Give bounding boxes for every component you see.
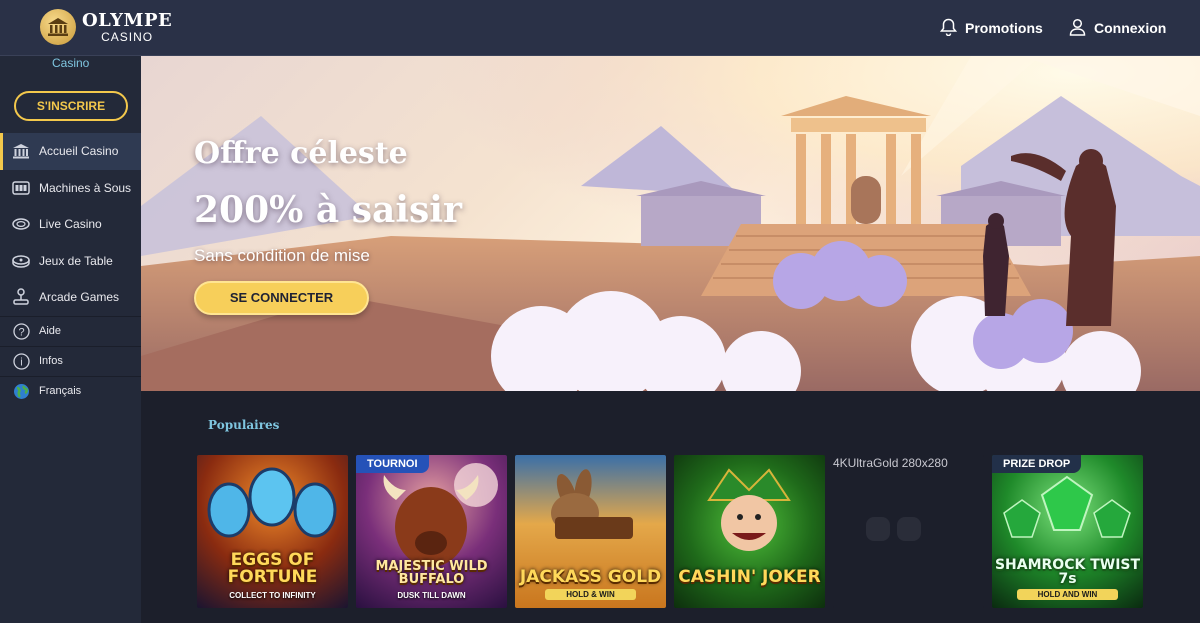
temple-logo-icon <box>40 9 76 45</box>
popular-section-title: Populaires <box>208 418 280 432</box>
game-image-alt-text: 4KUltraGold 280x280 <box>833 456 948 470</box>
top-header: OLYMPE CASINO Promotions Connexion <box>0 0 1200 56</box>
sidebar-item-label: Infos <box>39 355 63 367</box>
sidebar-caption: Casino <box>52 56 90 70</box>
sidebar-item-label: Arcade Games <box>39 290 120 305</box>
joystick-icon <box>11 287 31 307</box>
info-icon: i <box>11 351 31 371</box>
sidebar-item-label: Français <box>39 385 82 397</box>
sidebar-item-machines-a-sous[interactable]: Machines à Sous <box>0 170 141 207</box>
live-casino-icon <box>11 214 31 234</box>
olympe-casino-logo[interactable]: OLYMPE CASINO <box>40 9 172 45</box>
game-tile-shamrock-twist[interactable]: PRIZE DROP SHAMROCK TWIST 7s HOLD AND WI… <box>992 455 1143 608</box>
logo-subtitle: CASINO <box>101 29 154 44</box>
tournament-badge: TOURNOI <box>356 455 429 473</box>
sidebar: Casino S'INSCRIRE Accueil Casino Machine… <box>0 56 141 623</box>
sidebar-nav: Accueil Casino Machines à Sous Live Casi… <box>0 133 141 406</box>
sidebar-item-aide[interactable]: ? Aide <box>0 315 141 346</box>
sidebar-item-label: Jeux de Table <box>39 253 113 268</box>
hero-title-line1: Offre céleste <box>194 136 408 171</box>
game-tile-4k-ultra-gold[interactable] <box>833 455 984 608</box>
sidebar-item-jeux-de-table[interactable]: Jeux de Table <box>0 243 141 280</box>
game-subtitle: DUSK TILL DAWN <box>397 591 466 600</box>
game-tile-jackass-gold[interactable]: JACKASS GOLD HOLD & WIN <box>515 455 666 608</box>
signup-button[interactable]: S'INSCRIRE <box>14 91 128 121</box>
help-icon: ? <box>11 321 31 341</box>
game-title: EGGS OF FORTUNE <box>227 550 318 587</box>
game-title: JACKASS GOLD <box>519 567 662 587</box>
bell-icon <box>939 18 958 39</box>
game-title: MAJESTIC WILD BUFFALO <box>375 559 488 587</box>
prize-drop-badge: PRIZE DROP <box>992 455 1082 473</box>
promotions-link[interactable]: Promotions <box>939 0 1043 56</box>
sidebar-item-label: Machines à Sous <box>39 180 132 195</box>
svg-text:?: ? <box>18 326 24 338</box>
game-subtitle: COLLECT TO INFINITY <box>229 591 316 600</box>
sidebar-item-infos[interactable]: i Infos <box>0 345 141 376</box>
sidebar-item-live-casino[interactable]: Live Casino <box>0 206 141 243</box>
game-tile-eggs-of-fortune[interactable]: EGGS OF FORTUNE COLLECT TO INFINITY <box>197 455 348 608</box>
game-tile-majestic-wild-buffalo[interactable]: TOURNOI MAJESTIC WILD BUFFALO DUSK TILL … <box>356 455 507 608</box>
login-link[interactable]: Connexion <box>1069 0 1166 56</box>
sidebar-item-label: Live Casino <box>39 217 102 232</box>
sidebar-item-arcade-games[interactable]: Arcade Games <box>0 279 141 316</box>
sidebar-item-language[interactable]: Français <box>0 375 141 406</box>
hero-banner[interactable]: Offre céleste 200% à saisir Sans conditi… <box>141 56 1200 391</box>
sidebar-item-label: Aide <box>39 325 62 337</box>
user-icon <box>1069 18 1086 39</box>
sidebar-item-label: Accueil Casino <box>39 144 119 159</box>
logo-title: OLYMPE <box>82 9 173 31</box>
sidebar-item-accueil-casino[interactable]: Accueil Casino <box>0 133 141 170</box>
table-games-icon <box>11 251 31 271</box>
broken-image-placeholder <box>866 517 921 541</box>
hero-title-line2: 200% à saisir <box>194 189 462 231</box>
game-title: CASHIN' JOKER <box>678 567 821 587</box>
hero-login-button[interactable]: SE CONNECTER <box>194 281 369 315</box>
login-label: Connexion <box>1094 20 1167 36</box>
game-tile-cashin-joker[interactable]: CASHIN' JOKER <box>674 455 825 608</box>
game-subtitle: HOLD & WIN <box>545 589 636 600</box>
globe-icon <box>11 381 31 401</box>
slot-machine-icon <box>11 178 31 198</box>
game-subtitle: HOLD AND WIN <box>1017 589 1118 600</box>
temple-icon <box>11 141 31 161</box>
svg-text:i: i <box>20 356 22 368</box>
hero-subtitle: Sans condition de mise <box>194 246 370 265</box>
game-title: SHAMROCK TWIST 7s <box>994 557 1141 587</box>
promotions-label: Promotions <box>965 20 1043 36</box>
